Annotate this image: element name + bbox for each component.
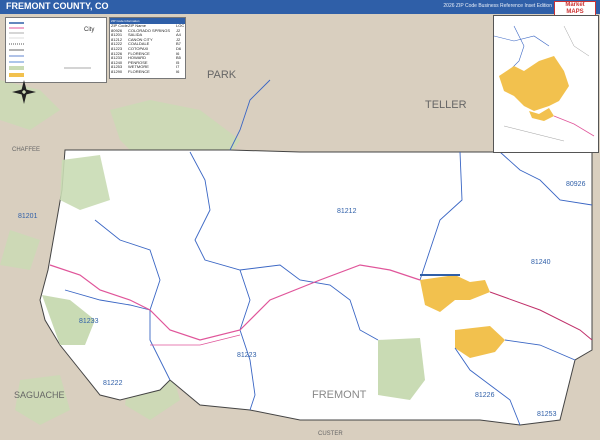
row-name: FLORENCE — [128, 69, 150, 74]
row-loc: I6 — [176, 69, 180, 74]
neighbor-label-park: PARK — [207, 69, 237, 81]
county-area — [39, 149, 593, 426]
map-legend: City — [5, 17, 107, 83]
zip-label-81212: 81212 — [337, 208, 357, 215]
zip-label-81240: 81240 — [531, 259, 551, 266]
map-frame: PARK TELLER CHAFFEE SAGUACHE CUSTER FREM… — [0, 0, 600, 440]
row-zip: 81290 — [111, 69, 123, 74]
zip-label-81223: 81223 — [237, 352, 257, 359]
map-title: FREMONT COUNTY, CO — [6, 1, 109, 11]
legend-city-label: City — [84, 27, 94, 33]
edition-text: 2026 ZIP Code Business Reference Inset E… — [443, 3, 552, 9]
zip-code-table: ZIP Code Information ZIP CodeZIP Name LOC… — [109, 17, 186, 79]
zip-label-81201: 81201 — [18, 213, 38, 220]
zip-table-row: 81290 FLORENCE I6 — [110, 70, 185, 75]
county-label: FREMONT — [312, 389, 367, 401]
neighbor-label-chaffee: CHAFFEE — [12, 147, 40, 153]
north-arrow-icon — [12, 80, 36, 109]
title-bar: FREMONT COUNTY, CO 2026 ZIP Code Busines… — [0, 0, 600, 14]
neighbor-label-custer: CUSTER — [318, 431, 343, 437]
zip-label-81222: 81222 — [103, 380, 123, 387]
legend-symbols: City — [9, 22, 94, 77]
logo-text-top: Market — [565, 2, 585, 8]
inset-map-canvas — [493, 16, 598, 152]
zip-label-81233: 81233 — [79, 318, 99, 325]
neighbor-label-teller: TELLER — [425, 99, 467, 111]
zip-label-81226: 81226 — [475, 392, 495, 399]
zip-label-80926: 80926 — [566, 181, 586, 188]
inset-map — [493, 15, 599, 153]
zip-label-81253: 81253 — [537, 411, 557, 418]
neighbor-label-saguache: SAGUACHE — [14, 390, 65, 400]
